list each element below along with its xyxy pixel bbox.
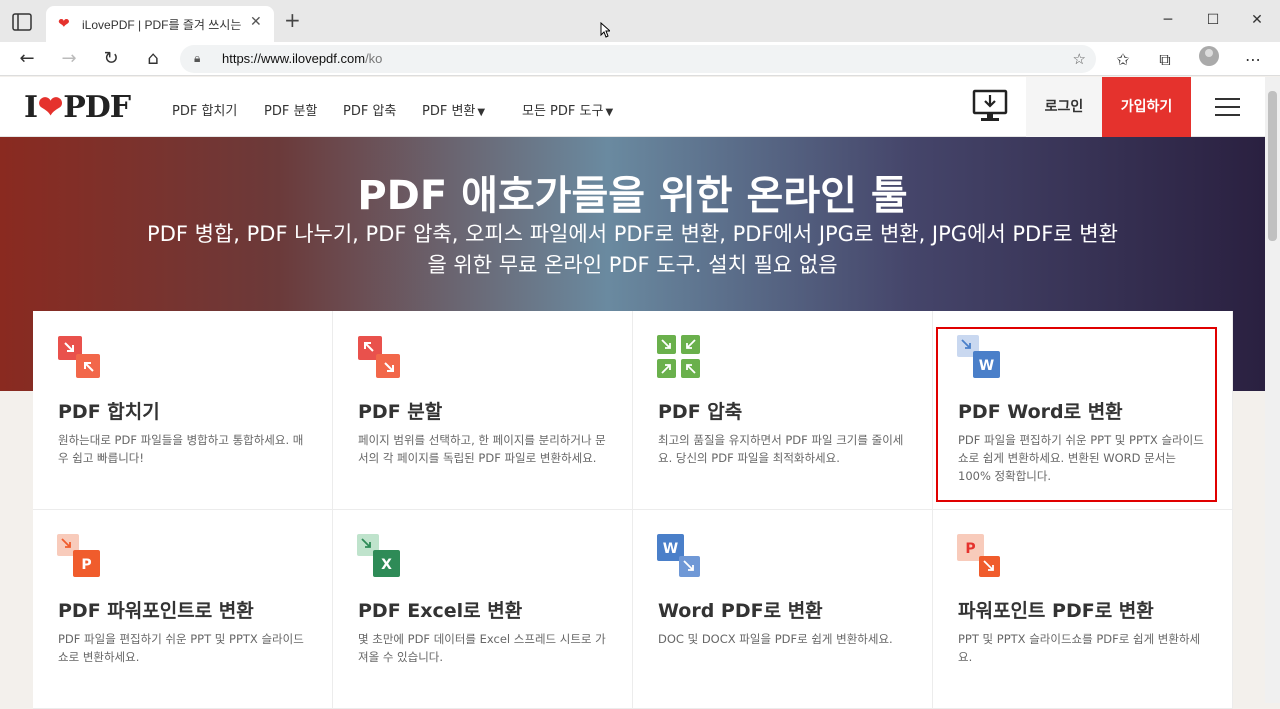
tool-card-word-to-pdf[interactable]: W Word PDF로 변환 DOC 및 DOCX 파일을 PDF로 쉽게 변환…	[633, 510, 933, 709]
browser-tab-bar: ❤ iLovePDF | PDF를 즐겨 쓰시는 분 ✕ + ─ ☐ ✕	[0, 0, 1280, 42]
signup-button[interactable]: 가입하기	[1102, 77, 1191, 137]
pdf-to-excel-icon: X	[357, 534, 400, 577]
login-button[interactable]: 로그인	[1026, 77, 1102, 137]
nav-merge-pdf[interactable]: PDF 합치기	[172, 100, 237, 119]
mouse-cursor-icon	[600, 22, 610, 38]
home-icon[interactable]: ⌂	[143, 49, 163, 69]
address-bar[interactable]: 🔒︎ https://www.ilovepdf.com/ko ☆	[180, 45, 1096, 73]
tool-card-split[interactable]: PDF 분할 페이지 범위를 선택하고, 한 페이지를 분리하거나 문서의 각 …	[333, 311, 633, 510]
ilovepdf-logo[interactable]: I❤PDF	[24, 90, 131, 125]
more-icon[interactable]: ⋯	[1243, 50, 1263, 69]
tool-title: PDF 파워포인트로 변환	[58, 600, 254, 622]
page-scrollbar[interactable]	[1265, 77, 1280, 703]
tool-title: PDF 분할	[358, 401, 443, 423]
url-text[interactable]: https://www.ilovepdf.com/ko	[222, 51, 382, 66]
menu-icon[interactable]	[1215, 98, 1240, 116]
svg-text:X: X	[381, 557, 392, 573]
close-tab-icon[interactable]: ✕	[250, 14, 262, 30]
tool-description: PDF 파일을 편집하기 쉬운 PPT 및 PPTX 슬라이드쇼로 변환하세요.	[58, 632, 304, 664]
merge-icon	[58, 336, 100, 378]
tool-description: PPT 및 PPTX 슬라이드쇼를 PDF로 쉽게 변환하세요.	[958, 632, 1201, 664]
nav-all-tools[interactable]: 모든 PDF 도구 ▼	[522, 100, 613, 119]
maximize-icon[interactable]: ☐	[1203, 12, 1223, 28]
tool-card-compress[interactable]: PDF 압축 최고의 품질을 유지하면서 PDF 파일 크기를 줄이세요. 당신…	[633, 311, 933, 510]
caret-down-icon: ▼	[605, 107, 614, 118]
lock-icon[interactable]: 🔒︎	[194, 51, 200, 66]
tool-card-pdf-to-powerpoint[interactable]: P PDF 파워포인트로 변환 PDF 파일을 편집하기 쉬운 PPT 및 PP…	[33, 510, 333, 709]
tool-description: 원하는대로 PDF 파일들을 병합하고 통합하세요. 매우 쉽고 빠릅니다!	[58, 433, 304, 465]
favorites-icon[interactable]: ✩	[1113, 50, 1133, 69]
collections-icon[interactable]: ⧉	[1155, 50, 1175, 70]
browser-toolbar: ← → ↻ ⌂ 🔒︎ https://www.ilovepdf.com/ko ☆…	[0, 42, 1280, 76]
tool-title: PDF 합치기	[58, 401, 160, 423]
refresh-icon[interactable]: ↻	[101, 49, 121, 69]
nav-convert-pdf[interactable]: PDF 변환 ▼	[422, 100, 485, 119]
back-icon[interactable]: ←	[17, 49, 37, 69]
add-favorite-icon[interactable]: ☆	[1073, 50, 1086, 68]
site-header: I❤PDF PDF 합치기 PDF 분할 PDF 압축 PDF 변환 ▼ 모든 P…	[0, 77, 1265, 137]
nav-compress-pdf[interactable]: PDF 압축	[343, 100, 396, 119]
powerpoint-to-pdf-icon: P	[957, 534, 1000, 577]
word-to-pdf-icon: W	[657, 534, 700, 577]
tool-title: PDF 압축	[658, 401, 743, 423]
forward-icon[interactable]: →	[59, 49, 79, 69]
tool-title: 파워포인트 PDF로 변환	[958, 600, 1154, 622]
hero-subtitle: PDF 병합, PDF 나누기, PDF 압축, 오피스 파일에서 PDF로 변…	[147, 222, 1118, 277]
tool-card-powerpoint-to-pdf[interactable]: P 파워포인트 PDF로 변환 PPT 및 PPTX 슬라이드쇼를 PDF로 쉽…	[933, 510, 1233, 709]
nav-split-pdf[interactable]: PDF 분할	[264, 100, 317, 119]
tool-description: 최고의 품질을 유지하면서 PDF 파일 크기를 줄이세요. 당신의 PDF 파…	[658, 433, 904, 465]
scrollbar-thumb[interactable]	[1268, 91, 1277, 241]
browser-tab[interactable]: ❤ iLovePDF | PDF를 즐겨 쓰시는 분 ✕	[46, 6, 274, 42]
heart-icon: ❤	[38, 90, 63, 125]
compress-icon	[657, 335, 700, 378]
svg-text:P: P	[965, 541, 975, 557]
ilovepdf-favicon-icon: ❤	[58, 16, 70, 32]
desktop-app-icon[interactable]	[972, 89, 1008, 123]
tool-title: Word PDF로 변환	[658, 600, 823, 622]
tool-title: PDF Excel로 변환	[358, 600, 523, 622]
hero-title: PDF 애호가들을 위한 온라인 툴	[357, 173, 908, 219]
split-icon	[358, 336, 400, 378]
svg-text:W: W	[663, 541, 678, 557]
tool-card-merge[interactable]: PDF 합치기 원하는대로 PDF 파일들을 병합하고 통합하세요. 매우 쉽고…	[33, 311, 333, 510]
new-tab-button[interactable]: +	[284, 10, 301, 30]
profile-avatar[interactable]	[1199, 46, 1219, 66]
tool-card-pdf-to-excel[interactable]: X PDF Excel로 변환 몇 초만에 PDF 데이터를 Excel 스프레…	[333, 510, 633, 709]
tool-description: DOC 및 DOCX 파일을 PDF로 쉽게 변환하세요.	[658, 632, 893, 646]
caret-down-icon: ▼	[477, 107, 486, 118]
svg-text:P: P	[81, 557, 91, 573]
tab-actions-icon[interactable]	[12, 13, 32, 31]
tool-description: 몇 초만에 PDF 데이터를 Excel 스프레드 시트로 가져올 수 있습니다…	[358, 632, 606, 664]
minimize-icon[interactable]: ─	[1158, 12, 1178, 28]
close-window-icon[interactable]: ✕	[1247, 12, 1267, 28]
tab-title: iLovePDF | PDF를 즐겨 쓰시는 분	[82, 18, 242, 32]
pdf-to-powerpoint-icon: P	[57, 534, 100, 577]
tool-description: 페이지 범위를 선택하고, 한 페이지를 분리하거나 문서의 각 페이지를 독립…	[358, 433, 606, 465]
highlight-box	[936, 327, 1217, 502]
